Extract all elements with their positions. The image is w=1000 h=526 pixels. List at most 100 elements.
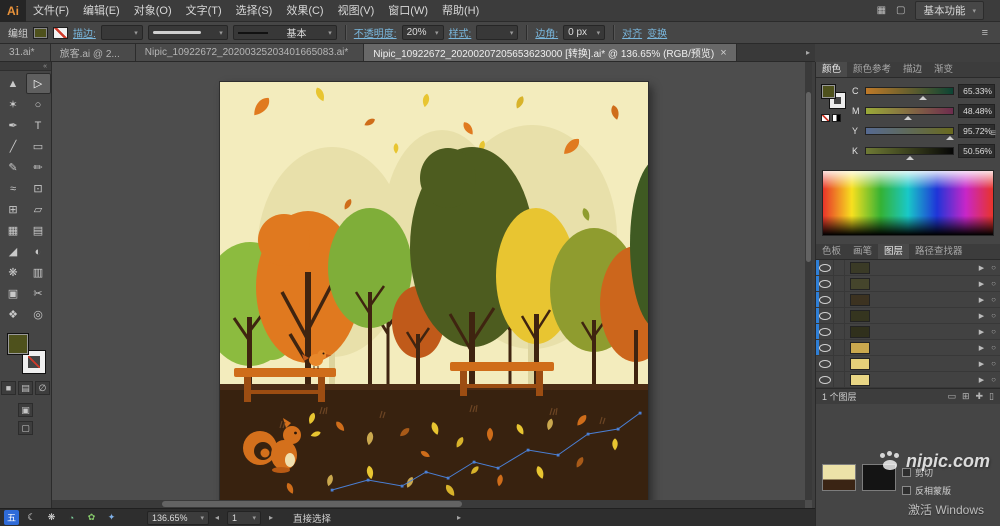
- delete-layer-icon[interactable]: ▯: [989, 391, 994, 402]
- eye-icon[interactable]: [816, 292, 834, 307]
- menu-item[interactable]: 对象(O): [127, 0, 179, 22]
- target-circle-icon[interactable]: ○: [991, 263, 996, 272]
- artboard-tool[interactable]: ▣: [1, 283, 26, 304]
- menu-item[interactable]: 窗口(W): [381, 0, 435, 22]
- lock-cell[interactable]: [834, 372, 845, 387]
- lock-cell[interactable]: [834, 260, 845, 275]
- wrench-icon[interactable]: ✦: [104, 510, 119, 525]
- color-fill-mode-icon[interactable]: ■: [1, 381, 16, 395]
- artboard-nav-select[interactable]: 1 ▾: [227, 510, 262, 525]
- gradient-fill-mode-icon[interactable]: ▤: [18, 381, 33, 395]
- eye-icon[interactable]: [816, 356, 834, 371]
- stroke-weight-select[interactable]: ▾: [100, 25, 143, 40]
- next-artboard-icon[interactable]: ▸: [267, 513, 275, 522]
- pencil-tool[interactable]: ✏: [26, 157, 51, 178]
- menu-item[interactable]: 编辑(E): [76, 0, 127, 22]
- menu-item[interactable]: 选择(S): [229, 0, 280, 22]
- stroke-panel-link[interactable]: 描边:: [73, 25, 96, 40]
- channel-slider[interactable]: [865, 127, 954, 135]
- channel-value-field[interactable]: 65.33%: [958, 84, 995, 98]
- scrollbar-thumb[interactable]: [806, 92, 811, 262]
- expand-arrow-icon[interactable]: ▶: [979, 376, 984, 384]
- expand-arrow-icon[interactable]: ▶: [979, 312, 984, 320]
- target-circle-icon[interactable]: ○: [991, 343, 996, 352]
- layer-row[interactable]: ▶ ○: [816, 276, 1000, 292]
- arrange-documents-icon[interactable]: ▦: [877, 5, 886, 16]
- eye-icon[interactable]: [816, 340, 834, 355]
- new-sublayer-icon[interactable]: ⊞: [962, 391, 970, 402]
- paw-icon[interactable]: ❋: [44, 510, 59, 525]
- stroke-color-swatch[interactable]: [53, 26, 68, 39]
- fill-color-swatch[interactable]: [33, 26, 48, 39]
- symbol-sprayer-tool[interactable]: ❋: [1, 262, 26, 283]
- eye-icon[interactable]: [816, 308, 834, 323]
- panel-menu-icon[interactable]: ≡: [990, 126, 996, 142]
- target-circle-icon[interactable]: ○: [991, 311, 996, 320]
- eye-icon[interactable]: [816, 276, 834, 291]
- lock-cell[interactable]: [834, 292, 845, 307]
- fill-stroke-control[interactable]: [6, 333, 46, 374]
- eye-icon[interactable]: [816, 324, 834, 339]
- leaf-icon[interactable]: ✿: [84, 510, 99, 525]
- lock-cell[interactable]: [834, 308, 845, 323]
- expand-arrow-icon[interactable]: ▶: [979, 280, 984, 288]
- target-circle-icon[interactable]: ○: [991, 279, 996, 288]
- expand-arrow-icon[interactable]: ▶: [979, 328, 984, 336]
- layer-row[interactable]: ▶ ○: [816, 340, 1000, 356]
- rectangle-tool[interactable]: ▭: [26, 136, 51, 157]
- channel-slider[interactable]: [865, 107, 954, 115]
- expand-arrow-icon[interactable]: ▶: [979, 296, 984, 304]
- transparency-object-thumbnail[interactable]: [822, 464, 856, 491]
- line-segment-tool[interactable]: ╱: [1, 136, 26, 157]
- opacity-select[interactable]: 20% ▾: [401, 25, 444, 40]
- layer-row[interactable]: ▶ ○: [816, 324, 1000, 340]
- new-layer-icon[interactable]: ✚: [976, 391, 984, 402]
- width-tool[interactable]: ≈: [1, 178, 26, 199]
- status-expand-icon[interactable]: ▸: [455, 513, 463, 522]
- layer-row[interactable]: ▶ ○: [816, 308, 1000, 324]
- direct-selection-tool[interactable]: ▷: [25, 73, 51, 94]
- lock-cell[interactable]: [834, 340, 845, 355]
- horizontal-scrollbar[interactable]: [52, 500, 805, 508]
- start-five-icon[interactable]: 五: [4, 510, 19, 525]
- layer-row[interactable]: ▶ ○: [816, 260, 1000, 276]
- lock-cell[interactable]: [834, 356, 845, 371]
- magic-wand-tool[interactable]: ✶: [1, 94, 26, 115]
- expand-arrow-icon[interactable]: ▶: [979, 360, 984, 368]
- target-circle-icon[interactable]: ○: [991, 375, 996, 384]
- channel-slider[interactable]: [865, 147, 954, 155]
- fill-swatch-mini[interactable]: [821, 84, 836, 99]
- slice-tool[interactable]: ✂: [26, 283, 51, 304]
- menu-item[interactable]: 文字(T): [179, 0, 229, 22]
- vertical-scrollbar[interactable]: [805, 62, 812, 500]
- width-profile-select[interactable]: ▾: [147, 25, 228, 40]
- layers-panel-tab[interactable]: 路径查找器: [909, 244, 969, 259]
- fill-swatch-large[interactable]: [6, 333, 29, 355]
- style-select[interactable]: ▾: [476, 25, 519, 40]
- document-tab[interactable]: 旅客.ai @ 2...: [50, 44, 136, 61]
- color-panel-tab[interactable]: 描边: [897, 62, 928, 77]
- menu-item[interactable]: 帮助(H): [435, 0, 486, 22]
- lock-cell[interactable]: [834, 276, 845, 291]
- artboard[interactable]: [220, 82, 648, 505]
- mesh-tool[interactable]: ▦: [1, 220, 26, 241]
- expand-arrow-icon[interactable]: ▶: [979, 264, 984, 272]
- channel-value-field[interactable]: 48.48%: [958, 104, 995, 118]
- type-tool[interactable]: T: [26, 115, 51, 136]
- channel-value-field[interactable]: 50.56%: [958, 144, 995, 158]
- expand-arrow-icon[interactable]: ▶: [979, 344, 984, 352]
- channel-slider[interactable]: [865, 87, 954, 95]
- target-circle-icon[interactable]: ○: [991, 295, 996, 304]
- prev-artboard-icon[interactable]: ◂: [213, 513, 221, 522]
- menu-item[interactable]: 效果(C): [279, 0, 330, 22]
- invert-mask-checkbox[interactable]: [902, 486, 911, 495]
- target-circle-icon[interactable]: ○: [991, 327, 996, 336]
- fill-stroke-mini[interactable]: [821, 84, 846, 109]
- align-panel-link[interactable]: 对齐: [622, 25, 642, 40]
- layers-panel-tab[interactable]: 画笔: [847, 244, 878, 259]
- corner-value-select[interactable]: 0 px ▾: [563, 25, 606, 40]
- color-panel-tab[interactable]: 颜色: [816, 62, 848, 77]
- none-fill-mode-icon[interactable]: ∅: [35, 381, 50, 395]
- zoom-tool[interactable]: ◎: [26, 304, 51, 325]
- document-tab[interactable]: Nipic_10922672_20200325203401665083.ai*: [135, 44, 365, 61]
